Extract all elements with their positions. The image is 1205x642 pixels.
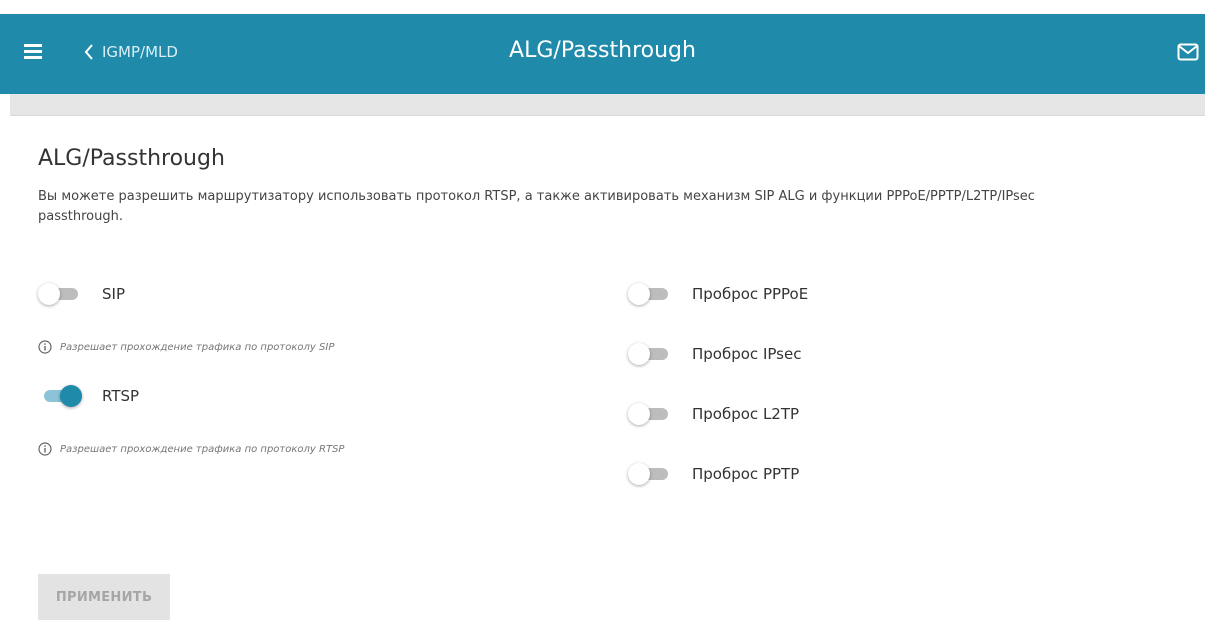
pppoe-toggle[interactable]: Проброс PPPoE bbox=[628, 282, 1028, 306]
top-header: IGMP/MLD ALG/Passthrough bbox=[0, 14, 1205, 94]
pppoe-label: Проброс PPPoE bbox=[692, 285, 809, 303]
rtsp-switch[interactable] bbox=[38, 384, 82, 408]
rtsp-hint-text: Разрешает прохождение трафика по протоко… bbox=[60, 443, 345, 455]
right-column: Проброс PPPoE Проброс IPsec Проброс L2TP… bbox=[628, 282, 1028, 486]
hamburger-icon[interactable] bbox=[24, 44, 42, 60]
header-shadow-band bbox=[10, 94, 1205, 116]
sip-hint-text: Разрешает прохождение трафика по протоко… bbox=[60, 341, 335, 353]
sip-hint: Разрешает прохождение трафика по протоко… bbox=[38, 338, 558, 356]
rtsp-hint: Разрешает прохождение трафика по протоко… bbox=[38, 440, 558, 458]
ipsec-label: Проброс IPsec bbox=[692, 345, 802, 363]
back-link-label: IGMP/MLD bbox=[102, 43, 178, 61]
l2tp-label: Проброс L2TP bbox=[692, 405, 800, 423]
info-circle-icon bbox=[38, 442, 52, 456]
envelope-icon[interactable] bbox=[1177, 42, 1199, 62]
top-gap bbox=[0, 0, 1205, 14]
page: IGMP/MLD ALG/Passthrough ALG/Passthrough… bbox=[0, 0, 1205, 642]
page-title: ALG/Passthrough bbox=[509, 38, 696, 63]
settings-panel: ALG/Passthrough Вы можете разрешить марш… bbox=[38, 146, 1168, 485]
l2tp-switch[interactable] bbox=[628, 402, 672, 426]
sip-toggle[interactable]: SIP bbox=[38, 282, 558, 306]
section-title: ALG/Passthrough bbox=[38, 146, 225, 171]
back-link[interactable]: IGMP/MLD bbox=[84, 40, 178, 64]
info-circle-icon bbox=[38, 340, 52, 354]
rtsp-toggle[interactable]: RTSP bbox=[38, 384, 558, 408]
pptp-switch[interactable] bbox=[628, 462, 672, 486]
l2tp-toggle[interactable]: Проброс L2TP bbox=[628, 402, 1028, 426]
ipsec-toggle[interactable]: Проброс IPsec bbox=[628, 342, 1028, 366]
section-description: Вы можете разрешить маршрутизатору испол… bbox=[38, 189, 1035, 224]
sip-switch[interactable] bbox=[38, 282, 82, 306]
rtsp-label: RTSP bbox=[102, 387, 140, 405]
ipsec-switch[interactable] bbox=[628, 342, 672, 366]
chevron-left-icon bbox=[84, 44, 93, 60]
pptp-toggle[interactable]: Проброс PPTP bbox=[628, 462, 1028, 486]
sip-label: SIP bbox=[102, 285, 125, 303]
apply-button[interactable]: ПРИМЕНИТЬ bbox=[38, 574, 170, 620]
left-column: SIP Разрешает прохождение трафика по про… bbox=[38, 282, 558, 458]
pppoe-switch[interactable] bbox=[628, 282, 672, 306]
pptp-label: Проброс PPTP bbox=[692, 465, 800, 483]
